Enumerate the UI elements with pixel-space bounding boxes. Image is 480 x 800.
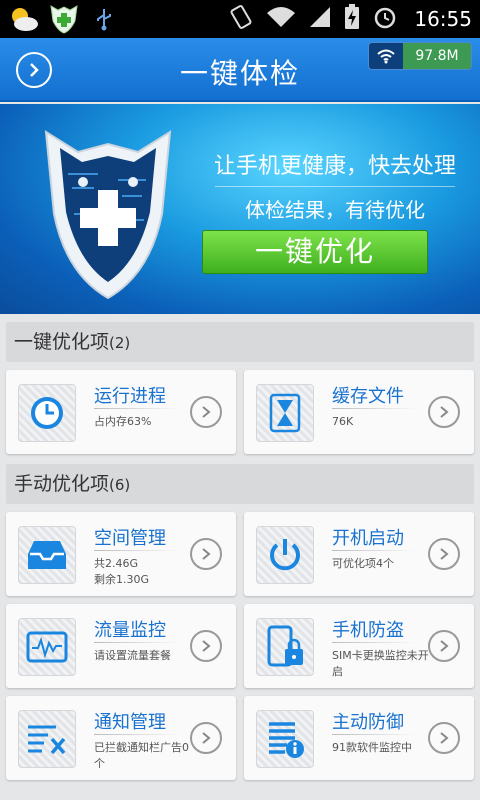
card-cache-files[interactable]: 缓存文件 76K	[244, 370, 474, 454]
chevron-right-icon[interactable]	[428, 538, 460, 570]
section-title: 一键优化项	[14, 331, 110, 353]
chevron-right-icon[interactable]	[428, 630, 460, 662]
title-underline	[94, 550, 178, 551]
clock-time: 16:55	[414, 7, 472, 31]
card-storage-management[interactable]: 空间管理 共2.46G 剩余1.30G	[6, 512, 236, 596]
card-startup[interactable]: 开机启动 可优化项4个	[244, 512, 474, 596]
power-icon	[256, 526, 314, 584]
weather-icon	[8, 3, 40, 35]
banner-divider	[215, 186, 455, 187]
battery-charging-icon	[344, 4, 360, 34]
card-title: 流量监控	[94, 620, 166, 641]
card-subtitle: 91款软件监控中	[332, 741, 412, 754]
title-underline	[332, 642, 416, 643]
chevron-right-icon[interactable]	[190, 396, 222, 428]
checkup-result: 体检结果，有待优化	[245, 198, 425, 222]
vibrate-icon	[228, 4, 254, 34]
banner-message: 让手机更健康，快去处理	[213, 154, 456, 179]
monitor-icon	[18, 618, 76, 676]
card-title: 缓存文件	[332, 386, 404, 407]
title-bar: 一键体检 97.8M	[0, 38, 480, 102]
signal-icon	[308, 5, 332, 33]
card-title: 通知管理	[94, 712, 166, 733]
card-subtitle: 占内存63%	[94, 415, 152, 428]
checkup-banner: 让手机更健康，快去处理 体检结果，有待优化 一键优化	[0, 104, 480, 314]
card-title: 主动防御	[332, 712, 404, 733]
chevron-right-icon[interactable]	[428, 396, 460, 428]
status-bar: 16:55	[0, 0, 480, 38]
shield-icon	[44, 130, 172, 300]
card-title: 开机启动	[332, 528, 404, 549]
document-info-icon	[256, 710, 314, 768]
title-underline	[332, 734, 416, 735]
title-underline	[94, 734, 178, 735]
alarm-icon	[372, 4, 398, 34]
card-subtitle: 请设置流量套餐	[94, 649, 171, 662]
wifi-icon	[369, 48, 403, 64]
section-count: (2)	[109, 334, 131, 352]
card-title: 空间管理	[94, 528, 166, 549]
chevron-right-icon[interactable]	[190, 538, 222, 570]
traffic-indicator[interactable]: 97.8M	[368, 42, 472, 70]
card-subtitle: 已拦截通知栏广告0个	[94, 741, 189, 770]
title-underline	[94, 642, 178, 643]
card-anti-theft[interactable]: 手机防盗 SIM卡更换监控未开启	[244, 604, 474, 688]
wifi-icon	[266, 5, 296, 33]
phone-lock-icon	[256, 618, 314, 676]
title-underline	[94, 408, 178, 409]
chevron-right-icon[interactable]	[190, 630, 222, 662]
title-underline	[332, 408, 416, 409]
card-traffic-monitor[interactable]: 流量监控 请设置流量套餐	[6, 604, 236, 688]
hourglass-icon	[256, 384, 314, 442]
card-subtitle: SIM卡更换监控未开启	[332, 649, 429, 678]
chevron-right-icon[interactable]	[428, 722, 460, 754]
one-key-optimize-button[interactable]: 一键优化	[202, 230, 428, 274]
section-manual: 手动优化项(6)	[6, 464, 474, 504]
section-title: 手动优化项	[14, 473, 110, 495]
card-subtitle: 76K	[332, 415, 354, 428]
card-title: 手机防盗	[332, 620, 404, 641]
card-subtitle: 共2.46G 剩余1.30G	[94, 557, 150, 586]
traffic-value: 97.8M	[403, 43, 471, 69]
security-app-icon	[48, 3, 80, 35]
card-running-processes[interactable]: 运行进程 占内存63%	[6, 370, 236, 454]
section-count: (6)	[109, 476, 131, 494]
notification-tools-icon	[18, 710, 76, 768]
usb-icon	[88, 3, 120, 35]
card-notification-management[interactable]: 通知管理 已拦截通知栏广告0个	[6, 696, 236, 780]
card-active-defense[interactable]: 主动防御 91款软件监控中	[244, 696, 474, 780]
section-one-key: 一键优化项(2)	[6, 322, 474, 362]
clock-icon	[18, 384, 76, 442]
title-underline	[332, 550, 416, 551]
card-subtitle: 可优化项4个	[332, 557, 394, 570]
chevron-right-icon[interactable]	[190, 722, 222, 754]
drawer-icon	[18, 526, 76, 584]
card-title: 运行进程	[94, 386, 166, 407]
